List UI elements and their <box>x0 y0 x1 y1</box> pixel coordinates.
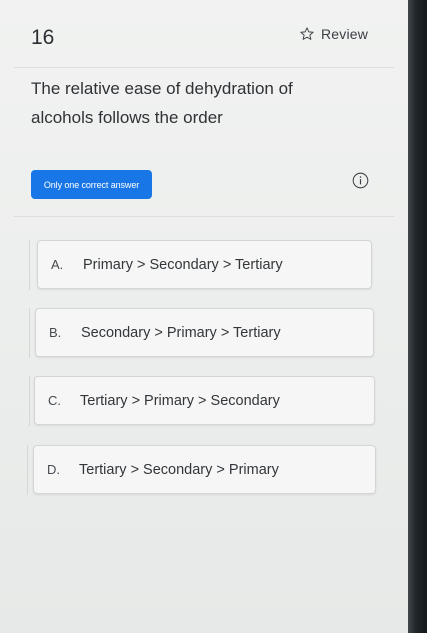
option-letter: C. <box>48 393 61 408</box>
device-edge <box>408 0 427 633</box>
option-b[interactable]: B. Secondary > Primary > Tertiary <box>35 308 374 357</box>
option-letter: D. <box>47 462 60 477</box>
quiz-screen: 16 Review The relative ease of dehydrati… <box>0 0 408 633</box>
option-left-rule <box>27 445 28 495</box>
option-d[interactable]: D. Tertiary > Secondary > Primary <box>33 445 376 494</box>
header-divider <box>14 67 394 68</box>
option-a[interactable]: A. Primary > Secondary > Tertiary <box>37 240 372 289</box>
review-label: Review <box>321 26 369 42</box>
question-header: 16 Review <box>0 0 408 70</box>
option-left-rule <box>29 308 30 358</box>
star-outline-icon <box>300 27 314 40</box>
review-button[interactable]: Review <box>299 26 368 42</box>
info-icon[interactable] <box>352 172 369 189</box>
option-text: Tertiary > Primary > Secondary <box>80 392 280 409</box>
answer-type-badge: Only one correct answer <box>31 170 152 199</box>
option-text: Secondary > Primary > Tertiary <box>81 324 281 341</box>
option-text: Tertiary > Secondary > Primary <box>79 461 279 478</box>
option-left-rule <box>29 376 30 426</box>
question-text: The relative ease of dehydration of alco… <box>31 79 293 127</box>
option-left-rule <box>29 240 30 290</box>
option-text: Primary > Secondary > Tertiary <box>83 256 283 273</box>
option-c[interactable]: C. Tertiary > Primary > Secondary <box>34 376 375 425</box>
option-letter: A. <box>51 257 64 272</box>
question-number: 16 <box>31 26 55 49</box>
section-divider <box>14 216 394 217</box>
option-letter: B. <box>49 325 62 340</box>
